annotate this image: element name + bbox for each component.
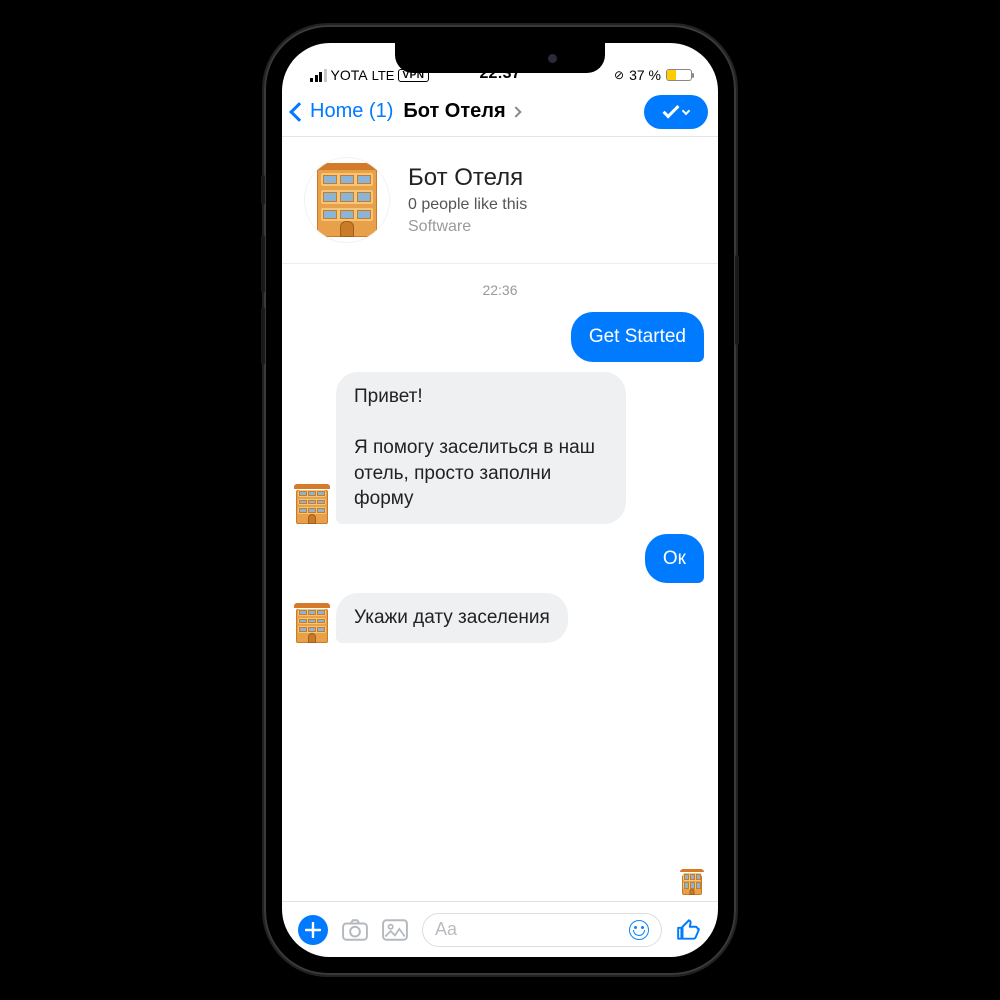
bot-avatar	[304, 157, 390, 243]
emoji-icon[interactable]	[629, 920, 649, 940]
profile-likes: 0 people like this	[408, 196, 527, 214]
gallery-icon[interactable]	[382, 919, 408, 941]
chat-thread[interactable]: 22:36 Get Started	[282, 264, 718, 901]
done-button[interactable]	[644, 95, 708, 129]
mute-switch	[261, 175, 265, 205]
profile-category: Software	[408, 218, 527, 236]
message-bubble: Привет! Я помогу заселиться в наш отель,…	[336, 372, 626, 524]
seen-indicator	[682, 869, 702, 895]
message-out[interactable]: Ок	[296, 534, 704, 584]
message-out[interactable]: Get Started	[296, 312, 704, 362]
back-button[interactable]: Home (1)	[292, 100, 393, 123]
profile-name: Бот Отеля	[408, 164, 527, 192]
back-label: Home (1)	[310, 100, 393, 123]
message-in[interactable]: Укажи дату заселения	[296, 593, 704, 643]
message-bubble: Укажи дату заселения	[336, 593, 568, 643]
message-in[interactable]: Привет! Я помогу заселиться в наш отель,…	[296, 372, 704, 524]
power-button	[735, 255, 739, 345]
chat-timestamp: 22:36	[296, 282, 704, 298]
screen: YOTA LTE VPN 22:37 ⊘ 37 % Home (1)	[282, 43, 718, 957]
battery-icon	[666, 69, 692, 81]
hotel-icon	[682, 869, 702, 895]
chat-title: Бот Отеля	[403, 100, 505, 123]
profile-header[interactable]: Бот Отеля 0 people like this Software	[282, 137, 718, 264]
message-bubble: Ок	[645, 534, 704, 584]
like-icon[interactable]	[676, 917, 702, 943]
volume-up	[261, 235, 265, 293]
hotel-icon	[317, 163, 377, 237]
input-placeholder: Aa	[435, 919, 457, 940]
camera-icon[interactable]	[342, 919, 368, 941]
chevron-right-icon	[510, 106, 521, 117]
volume-down	[261, 307, 265, 365]
bot-avatar-small	[296, 484, 328, 524]
message-input[interactable]: Aa	[422, 913, 662, 947]
add-button[interactable]	[298, 915, 328, 945]
message-bubble: Get Started	[571, 312, 704, 362]
network-label: LTE	[372, 68, 395, 83]
chevron-down-icon	[682, 106, 690, 114]
bot-avatar-small	[296, 603, 328, 643]
battery-percent: 37 %	[629, 67, 661, 83]
phone-frame: YOTA LTE VPN 22:37 ⊘ 37 % Home (1)	[264, 25, 736, 975]
hotel-icon	[296, 603, 328, 643]
plus-icon	[305, 922, 321, 938]
nav-header: Home (1) Бот Отеля	[282, 87, 718, 137]
check-icon	[663, 101, 680, 118]
chevron-left-icon	[289, 102, 309, 122]
chat-title-button[interactable]: Бот Отеля	[403, 100, 519, 123]
hotel-icon	[296, 484, 328, 524]
orientation-lock-icon: ⊘	[614, 68, 624, 82]
signal-icon	[310, 69, 327, 82]
notch	[395, 43, 605, 73]
carrier-label: YOTA	[331, 67, 368, 83]
